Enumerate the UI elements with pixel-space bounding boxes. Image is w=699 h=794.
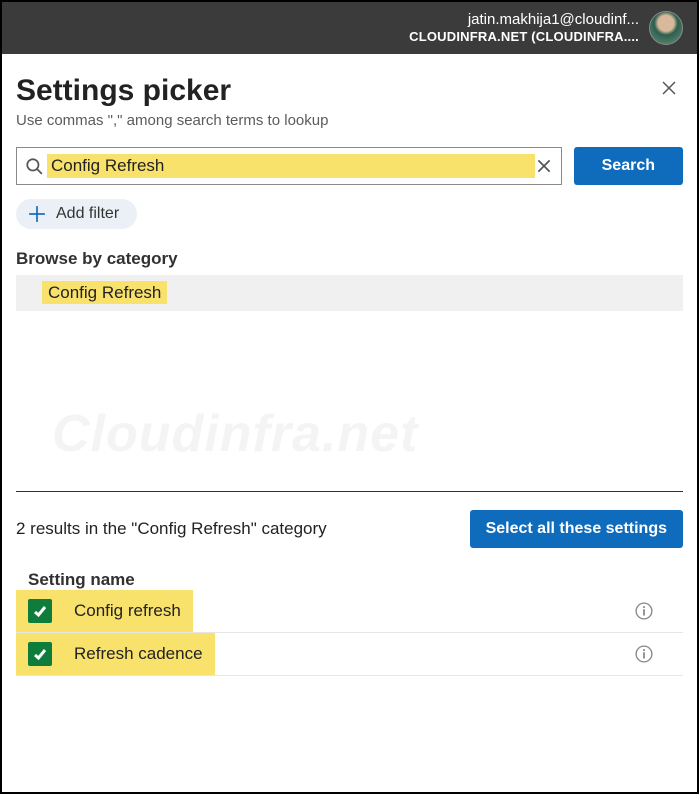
divider <box>16 491 683 492</box>
info-icon[interactable] <box>635 645 653 663</box>
browse-by-category-label: Browse by category <box>16 249 683 269</box>
category-name: Config Refresh <box>42 281 167 304</box>
setting-name: Refresh cadence <box>74 644 203 664</box>
account-email: jatin.makhija1@cloudinf... <box>409 10 639 30</box>
checkmark-icon <box>32 603 48 619</box>
results-summary: 2 results in the "Config Refresh" catego… <box>16 519 327 539</box>
close-icon <box>661 80 677 96</box>
avatar[interactable] <box>649 11 683 45</box>
add-filter-label: Add filter <box>56 205 119 223</box>
search-box[interactable] <box>16 147 562 185</box>
checkbox[interactable] <box>28 599 52 623</box>
topbar: jatin.makhija1@cloudinf... CLOUDINFRA.NE… <box>2 2 697 54</box>
close-button[interactable] <box>655 74 683 102</box>
clear-icon[interactable] <box>535 157 553 175</box>
plus-icon <box>28 205 46 223</box>
search-icon <box>25 157 43 175</box>
add-filter-button[interactable]: Add filter <box>16 199 137 229</box>
topbar-account: jatin.makhija1@cloudinf... CLOUDINFRA.NE… <box>409 10 639 46</box>
setting-row[interactable]: Refresh cadence <box>16 633 683 676</box>
account-org: CLOUDINFRA.NET (CLOUDINFRA.... <box>409 29 639 46</box>
column-header-setting-name: Setting name <box>16 570 683 590</box>
page-subtitle: Use commas "," among search terms to loo… <box>16 112 683 129</box>
search-input[interactable] <box>51 156 531 176</box>
checkmark-icon <box>32 646 48 662</box>
watermark: Cloudinfra.net <box>52 404 418 464</box>
search-button[interactable]: Search <box>574 147 683 185</box>
info-icon[interactable] <box>635 602 653 620</box>
page-title: Settings picker <box>16 74 231 108</box>
checkbox[interactable] <box>28 642 52 666</box>
setting-name: Config refresh <box>74 601 181 621</box>
setting-row[interactable]: Config refresh <box>16 590 683 633</box>
select-all-button[interactable]: Select all these settings <box>470 510 683 548</box>
category-item[interactable]: Config Refresh <box>16 275 683 311</box>
